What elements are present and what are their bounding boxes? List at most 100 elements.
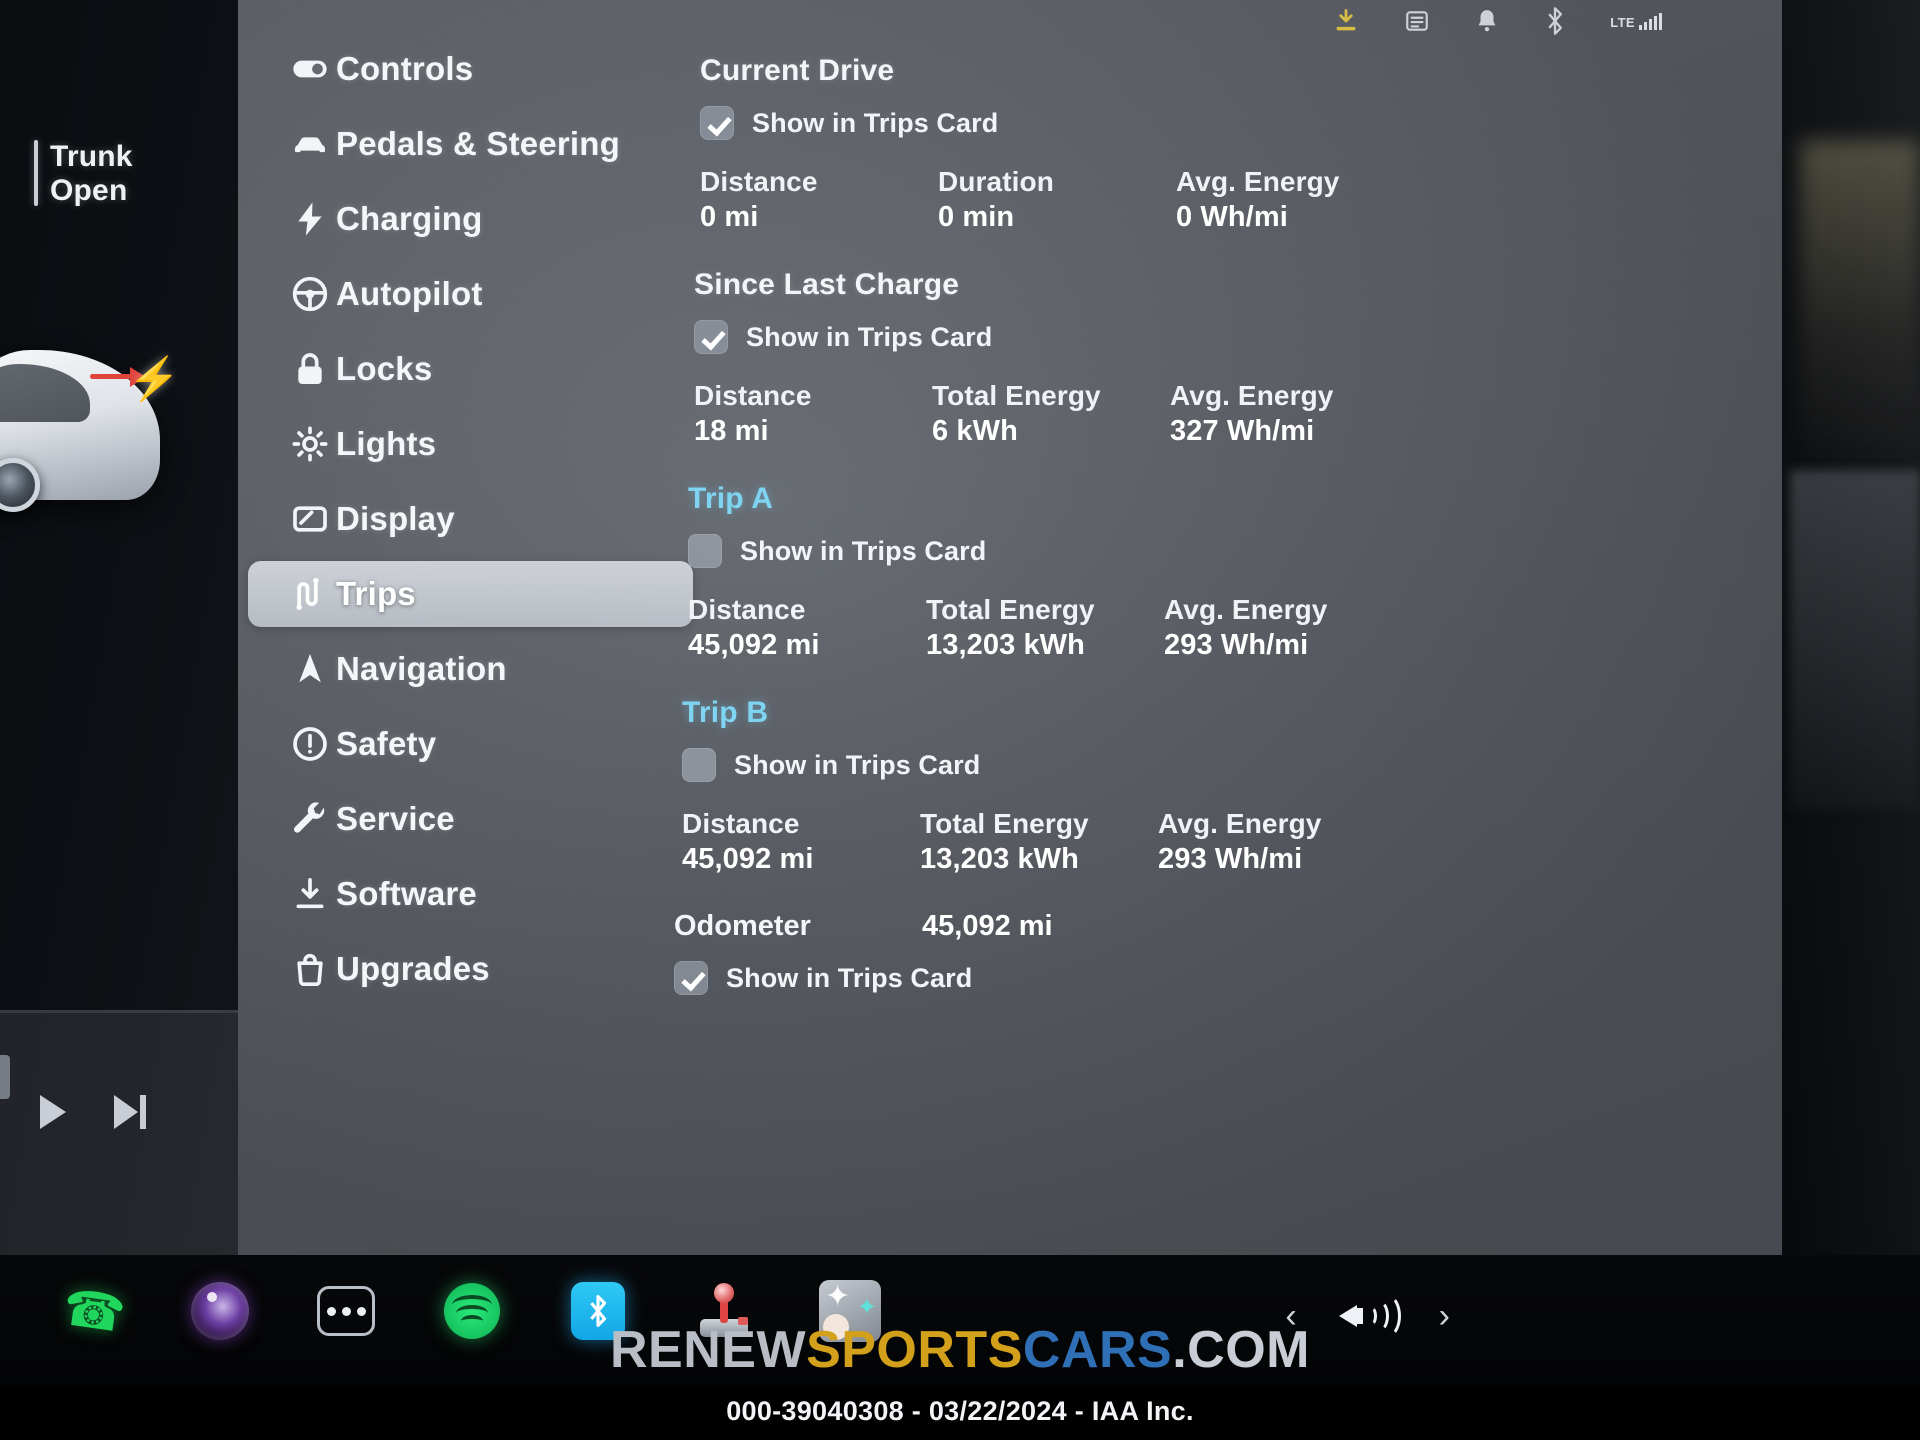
section-current-drive: Current Drive Show in Trips Card Distanc… xyxy=(700,54,1750,234)
sidebar-item-charging[interactable]: Charging xyxy=(248,186,693,252)
stat-value: 45,092 mi xyxy=(688,629,820,661)
trip-b-title[interactable]: Trip B xyxy=(682,696,1750,730)
current-drive-checkbox[interactable] xyxy=(700,106,734,140)
stat-label: Distance xyxy=(682,808,800,839)
sidebar-item-label: Locks xyxy=(336,350,433,387)
sidebar-item-label: Display xyxy=(336,500,455,537)
current-drive-show-label: Show in Trips Card xyxy=(752,107,999,138)
sidebar-item-controls[interactable]: Controls xyxy=(248,36,693,102)
media-controls xyxy=(40,1095,148,1129)
stat-value: 13,203 kWh xyxy=(920,843,1079,875)
trip-a-show-row[interactable]: Show in Trips Card xyxy=(688,534,1750,568)
stat-total-energy: Total Energy 6 kWh xyxy=(932,380,1170,448)
section-odometer: Odometer 45,092 mi Show in Trips Card xyxy=(674,910,1750,995)
network-label: LTE xyxy=(1610,15,1635,30)
stat-label: Total Energy xyxy=(920,808,1089,839)
sidebar-item-software[interactable]: Software xyxy=(248,861,693,927)
stat-total-energy: Total Energy 13,203 kWh xyxy=(920,808,1158,876)
window-glare xyxy=(1800,140,1920,470)
calendar-icon[interactable] xyxy=(1404,8,1430,34)
settings-sidebar: Controls Pedals & Steering Charging Autopil… xyxy=(238,26,703,1216)
stat-avg-energy: Avg. Energy 293 Wh/mi xyxy=(1164,594,1400,662)
sidebar-item-label: Pedals & Steering xyxy=(336,125,620,162)
section-trip-b: Trip B Show in Trips Card Distance 45,09… xyxy=(682,696,1750,876)
steering-icon xyxy=(290,274,336,314)
section-trip-a: Trip A Show in Trips Card Distance 45,09… xyxy=(688,482,1750,662)
trip-a-checkbox[interactable] xyxy=(688,534,722,568)
stat-avg-energy: Avg. Energy 293 Wh/mi xyxy=(1158,808,1394,876)
signal-icon[interactable]: LTE xyxy=(1610,12,1662,30)
odometer-checkbox[interactable] xyxy=(674,961,708,995)
since-last-charge-stats: Distance 18 mi Total Energy 6 kWh Avg. E… xyxy=(694,380,1750,448)
media-edge-handle[interactable] xyxy=(0,1055,10,1099)
section-since-last-charge: Since Last Charge Show in Trips Card Dis… xyxy=(694,268,1750,448)
sidebar-item-upgrades[interactable]: Upgrades xyxy=(248,936,693,1002)
odometer-show-row[interactable]: Show in Trips Card xyxy=(674,961,1750,995)
sidebar-item-pedals-steering[interactable]: Pedals & Steering xyxy=(248,111,693,177)
navigation-icon xyxy=(290,649,336,689)
sidebar-item-label: Upgrades xyxy=(336,950,490,987)
bolt-icon xyxy=(290,199,336,239)
download-icon[interactable] xyxy=(1332,7,1360,35)
trip-a-stats: Distance 45,092 mi Total Energy 13,203 k… xyxy=(688,594,1750,662)
sidebar-item-label: Software xyxy=(336,875,477,912)
settings-screen: LTE Controls Pedals & Steering Charging Aut… xyxy=(238,0,1782,1255)
current-drive-show-row[interactable]: Show in Trips Card xyxy=(700,106,1750,140)
since-last-charge-show-label: Show in Trips Card xyxy=(746,321,993,352)
lock-icon xyxy=(290,349,336,389)
vehicle-illustration[interactable]: ⚡ xyxy=(0,330,190,590)
play-icon[interactable] xyxy=(40,1095,66,1129)
since-last-charge-checkbox[interactable] xyxy=(694,320,728,354)
trip-a-title[interactable]: Trip A xyxy=(688,482,1750,516)
watermark-part4: .COM xyxy=(1172,1321,1310,1379)
stat-value: 293 Wh/mi xyxy=(1158,843,1303,875)
odometer-label: Odometer xyxy=(674,910,811,942)
sidebar-item-autopilot[interactable]: Autopilot xyxy=(248,261,693,327)
odometer-value: 45,092 mi xyxy=(922,910,1053,942)
sidebar-item-navigation[interactable]: Navigation xyxy=(248,636,693,702)
bag-icon xyxy=(290,949,336,989)
sidebar-item-lights[interactable]: Lights xyxy=(248,411,693,477)
stat-value: 45,092 mi xyxy=(682,843,814,875)
stat-label: Total Energy xyxy=(926,594,1095,625)
trip-b-checkbox[interactable] xyxy=(682,748,716,782)
wrench-icon xyxy=(290,799,336,839)
trip-b-show-row[interactable]: Show in Trips Card xyxy=(682,748,1750,782)
watermark-part2: SPORTS xyxy=(806,1321,1023,1379)
stat-label: Distance xyxy=(700,166,818,197)
sidebar-item-locks[interactable]: Locks xyxy=(248,336,693,402)
next-track-icon[interactable] xyxy=(114,1095,148,1129)
bluetooth-icon[interactable] xyxy=(1544,6,1566,36)
bell-icon[interactable] xyxy=(1474,7,1500,35)
sidebar-item-safety[interactable]: Safety xyxy=(248,711,693,777)
sidebar-item-trips[interactable]: Trips xyxy=(248,561,693,627)
stat-distance: Distance 45,092 mi xyxy=(682,808,920,876)
sidebar-item-label: Safety xyxy=(336,725,437,762)
trunk-alert-line1: Trunk xyxy=(50,140,133,173)
light-icon xyxy=(290,424,336,464)
sidebar-item-label: Charging xyxy=(336,200,483,237)
current-drive-stats: Distance 0 mi Duration 0 min Avg. Energy… xyxy=(700,166,1750,234)
since-last-charge-show-row[interactable]: Show in Trips Card xyxy=(694,320,1750,354)
stat-value: 327 Wh/mi xyxy=(1170,415,1315,447)
sidebar-item-display[interactable]: Display xyxy=(248,486,693,552)
stat-distance: Distance 45,092 mi xyxy=(688,594,926,662)
stat-label: Duration xyxy=(938,166,1054,197)
stat-label: Distance xyxy=(688,594,806,625)
trip-a-show-label: Show in Trips Card xyxy=(740,535,987,566)
sidebar-item-label: Lights xyxy=(336,425,437,462)
stat-value: 293 Wh/mi xyxy=(1164,629,1309,661)
trunk-alert-line2: Open xyxy=(50,173,128,207)
stat-value: 13,203 kWh xyxy=(926,629,1085,661)
trips-settings-content: Current Drive Show in Trips Card Distanc… xyxy=(670,48,1750,1228)
watermark-part3: CARS xyxy=(1022,1321,1173,1379)
stat-avg-energy: Avg. Energy 0 Wh/mi xyxy=(1176,166,1412,234)
image-caption: 000-39040308 - 03/22/2024 - IAA Inc. xyxy=(726,1396,1194,1426)
trunk-open-alert: Trunk Open xyxy=(34,140,133,207)
tesla-touchscreen-screenshot: Trunk Open ⚡ LTE Controls Pedals & Steer… xyxy=(0,0,1920,1440)
stat-distance: Distance 0 mi xyxy=(700,166,938,234)
right-bezel xyxy=(1782,0,1920,1255)
stat-label: Avg. Energy xyxy=(1158,808,1322,839)
toggle-icon xyxy=(290,49,336,89)
sidebar-item-service[interactable]: Service xyxy=(248,786,693,852)
